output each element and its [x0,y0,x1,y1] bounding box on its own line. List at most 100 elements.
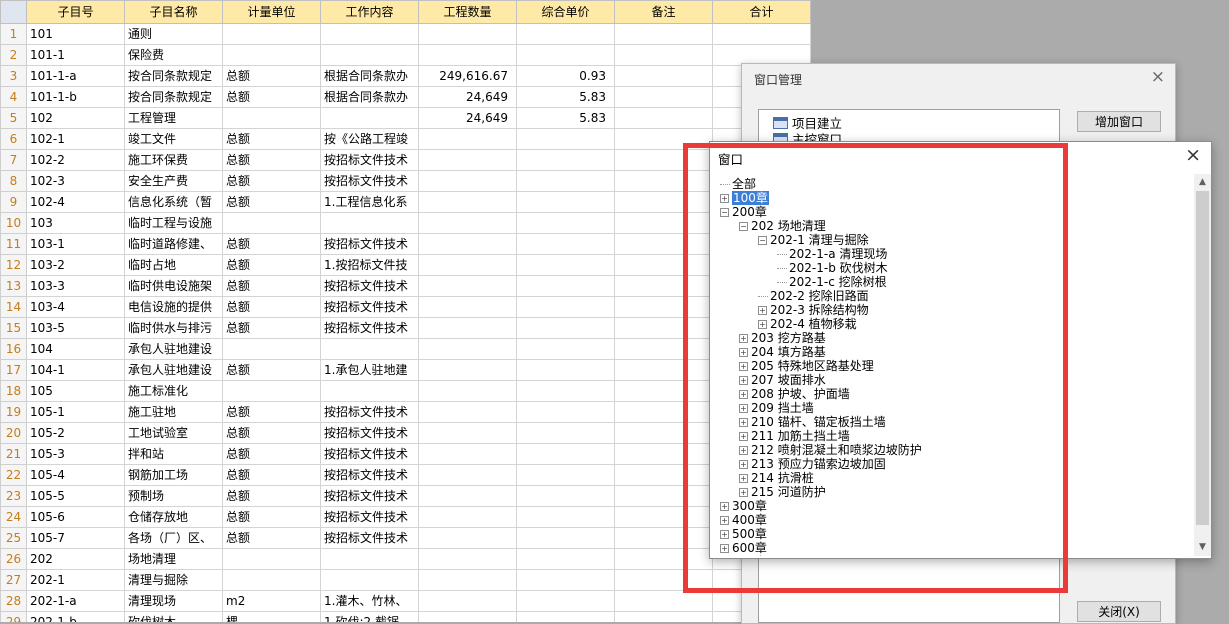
expand-icon[interactable]: + [739,361,748,371]
cell-work[interactable]: 按招标文件技术 [320,296,419,318]
cell-note[interactable] [614,149,713,171]
cell-unit[interactable]: 棵 [222,611,321,622]
cell-work[interactable] [320,338,419,360]
cell-price[interactable] [516,149,615,171]
cell-unit[interactable]: 总额 [222,443,321,465]
tree-node[interactable]: +205 特殊地区路基处理 [739,359,874,373]
cell-name[interactable]: 安全生产费 [124,170,223,192]
cell-note[interactable] [614,107,713,129]
table-row[interactable]: 10 103 临时工程与设施 [0,212,811,234]
table-row[interactable]: 3 101-1-a 按合同条款规定 总额 根据合同条款办 249,616.67 0.93 [0,65,811,87]
row-number[interactable]: 16 [0,338,27,360]
table-row[interactable]: 8 102-3 安全生产费 总额 按招标文件技术 [0,170,811,192]
cell-price[interactable] [516,191,615,213]
row-number[interactable]: 23 [0,485,27,507]
expand-icon[interactable]: + [739,403,748,413]
cell-work[interactable]: 按招标文件技术 [320,170,419,192]
cell-name[interactable]: 拌和站 [124,443,223,465]
cell-name[interactable]: 砍伐树木 [124,611,223,622]
cell-work[interactable]: 按招标文件技术 [320,233,419,255]
table-row[interactable]: 5 102 工程管理 24,649 5.83 [0,107,811,129]
cell-name[interactable]: 临时道路修建、 [124,233,223,255]
row-number[interactable]: 3 [0,65,27,87]
cell-qty[interactable]: 24,649 [418,86,517,108]
cell-qty[interactable] [418,212,517,234]
cell-work[interactable]: 按招标文件技术 [320,422,419,444]
cell-unit[interactable]: m2 [222,590,321,612]
tree-node[interactable]: +207 坡面排水 [739,373,826,387]
cell-note[interactable] [614,212,713,234]
column-header[interactable]: 子目名称 [124,0,223,24]
row-number[interactable]: 14 [0,296,27,318]
tree-node[interactable]: +202-3 拆除结构物 [758,303,869,317]
expand-icon[interactable]: + [720,543,729,553]
tree-node[interactable]: +300章 [720,499,767,513]
row-number[interactable]: 8 [0,170,27,192]
table-row[interactable]: 4 101-1-b 按合同条款规定 总额 根据合同条款办 24,649 5.83 [0,86,811,108]
cell-code[interactable]: 101-1-a [26,65,125,87]
tree-node[interactable]: +213 预应力锚索边坡加固 [739,457,886,471]
cell-code[interactable]: 103-3 [26,275,125,297]
cell-qty[interactable] [418,233,517,255]
cell-code[interactable]: 103 [26,212,125,234]
cell-qty[interactable] [418,464,517,486]
cell-note[interactable] [614,65,713,87]
tree-node[interactable]: +202-4 植物移栽 [758,317,857,331]
cell-work[interactable]: 按招标文件技术 [320,443,419,465]
tree-node[interactable]: +209 挡土墙 [739,401,814,415]
row-number[interactable]: 21 [0,443,27,465]
cell-code[interactable]: 101 [26,23,125,45]
cell-qty[interactable] [418,611,517,622]
cell-price[interactable] [516,359,615,381]
cell-price[interactable] [516,212,615,234]
cell-price[interactable] [516,464,615,486]
cell-code[interactable]: 103-4 [26,296,125,318]
row-number[interactable]: 10 [0,212,27,234]
table-row[interactable]: 17 104-1 承包人驻地建设 总额 1.承包人驻地建 [0,359,811,381]
cell-work[interactable]: 按招标文件技术 [320,506,419,528]
cell-qty[interactable] [418,275,517,297]
cell-price[interactable]: 5.83 [516,107,615,129]
expand-icon[interactable]: + [739,487,748,497]
row-number[interactable]: 9 [0,191,27,213]
column-header[interactable]: 工程数量 [418,0,517,24]
table-row[interactable]: 11 103-1 临时道路修建、 总额 按招标文件技术 [0,233,811,255]
table-row[interactable]: 15 103-5 临时供水与排污 总额 按招标文件技术 [0,317,811,339]
cell-qty[interactable]: 24,649 [418,107,517,129]
cell-unit[interactable] [222,44,321,66]
scroll-down-icon[interactable]: ▼ [1194,539,1211,556]
cell-unit[interactable]: 总额 [222,359,321,381]
cell-name[interactable]: 临时工程与设施 [124,212,223,234]
cell-note[interactable] [614,317,713,339]
expand-icon[interactable]: + [739,445,748,455]
cell-unit[interactable]: 总额 [222,506,321,528]
cell-name[interactable]: 工程管理 [124,107,223,129]
cell-work[interactable] [320,380,419,402]
tree-node[interactable]: +100章 [720,191,769,205]
cell-code[interactable]: 103-1 [26,233,125,255]
cell-note[interactable] [614,401,713,423]
cell-note[interactable] [614,527,713,549]
cell-code[interactable]: 105-4 [26,464,125,486]
cell-name[interactable]: 临时占地 [124,254,223,276]
cell-qty[interactable] [418,380,517,402]
cell-qty[interactable] [418,296,517,318]
table-row[interactable]: 25 105-7 各场（厂）区、 总额 按招标文件技术 [0,527,811,549]
expand-icon[interactable]: + [739,347,748,357]
cell-unit[interactable]: 总额 [222,275,321,297]
row-number[interactable]: 22 [0,464,27,486]
column-header[interactable]: 综合单价 [516,0,615,24]
table-row[interactable]: 6 102-1 竣工文件 总额 按《公路工程竣 [0,128,811,150]
tree-node[interactable]: −202-1 清理与掘除 [758,233,869,247]
cell-work[interactable]: 1.砍伐;2.截锯 [320,611,419,622]
cell-code[interactable]: 101-1 [26,44,125,66]
expand-icon[interactable]: + [739,473,748,483]
close-button[interactable]: 关闭(X) [1077,601,1161,622]
cell-name[interactable]: 通则 [124,23,223,45]
table-row[interactable]: 1 101 通则 [0,23,811,45]
collapse-icon[interactable]: − [758,235,767,245]
row-number[interactable]: 1 [0,23,27,45]
collapse-icon[interactable]: − [720,207,729,217]
cell-qty[interactable] [418,338,517,360]
cell-note[interactable] [614,254,713,276]
